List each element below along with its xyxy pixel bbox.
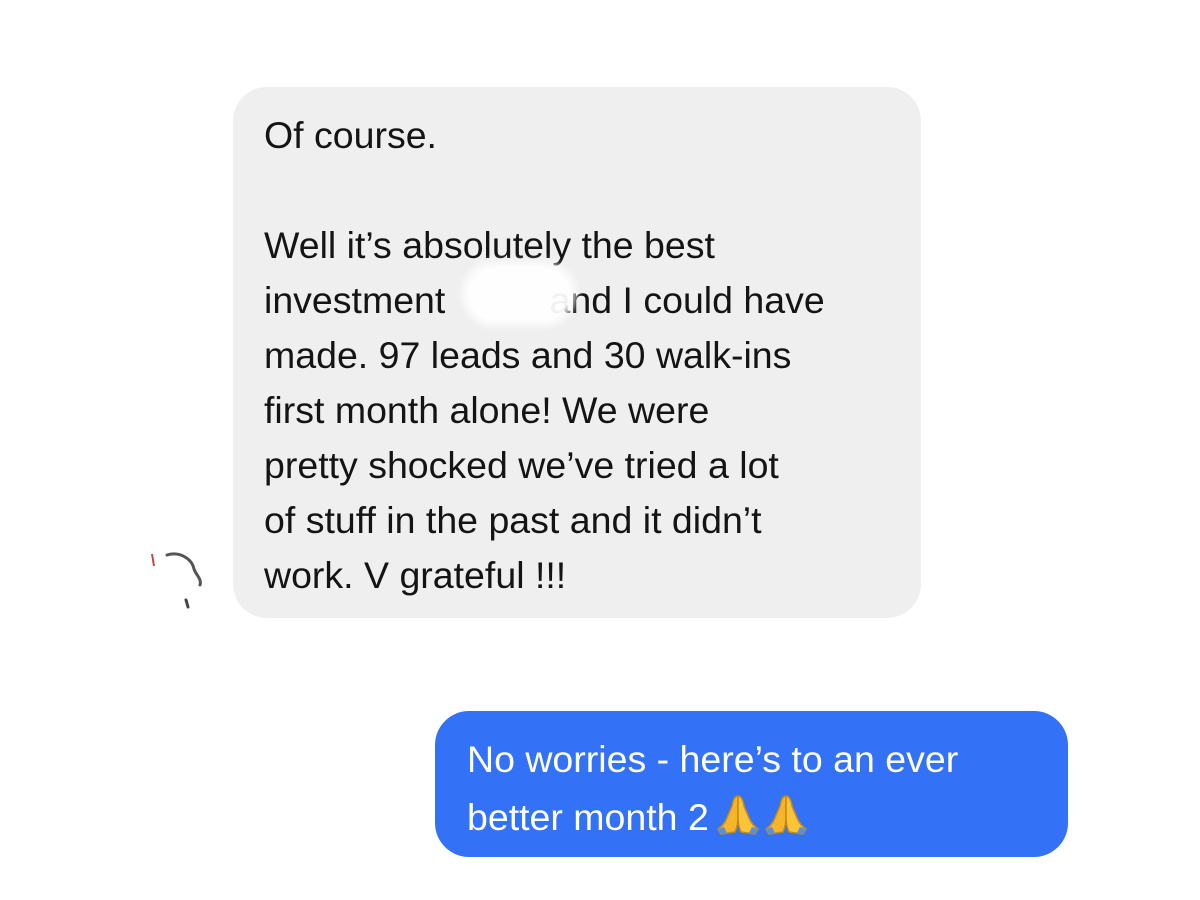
incoming-message-bubble[interactable]: Of course. Well it’s absolutely the best… <box>233 87 921 618</box>
message-text-line: of stuff in the past and it didn’t <box>264 499 762 541</box>
sender-avatar-icon <box>151 552 202 609</box>
folded-hands-icon <box>763 792 809 845</box>
message-text-line: Well it’s absolutely the best <box>264 224 715 266</box>
outgoing-message-bubble[interactable]: No worries - here’s to an ever better mo… <box>435 711 1068 857</box>
message-text-line: pretty shocked we’ve tried a lot <box>264 444 779 486</box>
message-text-line-with-emoji: better month 2 <box>467 792 809 845</box>
message-text: better month 2 <box>467 796 709 838</box>
message-text-line: made. 97 leads and 30 walk-ins <box>264 334 792 376</box>
redaction-mark <box>468 268 570 320</box>
message-text-line: first month alone! We were <box>264 389 710 431</box>
message-text-line: No worries - here’s to an ever <box>467 738 959 780</box>
message-text-line: Of course. <box>264 114 437 156</box>
folded-hands-icon <box>715 792 761 845</box>
message-text-line: work. V grateful !!! <box>264 554 567 596</box>
message-thread: Of course. Well it’s absolutely the best… <box>0 0 1200 900</box>
